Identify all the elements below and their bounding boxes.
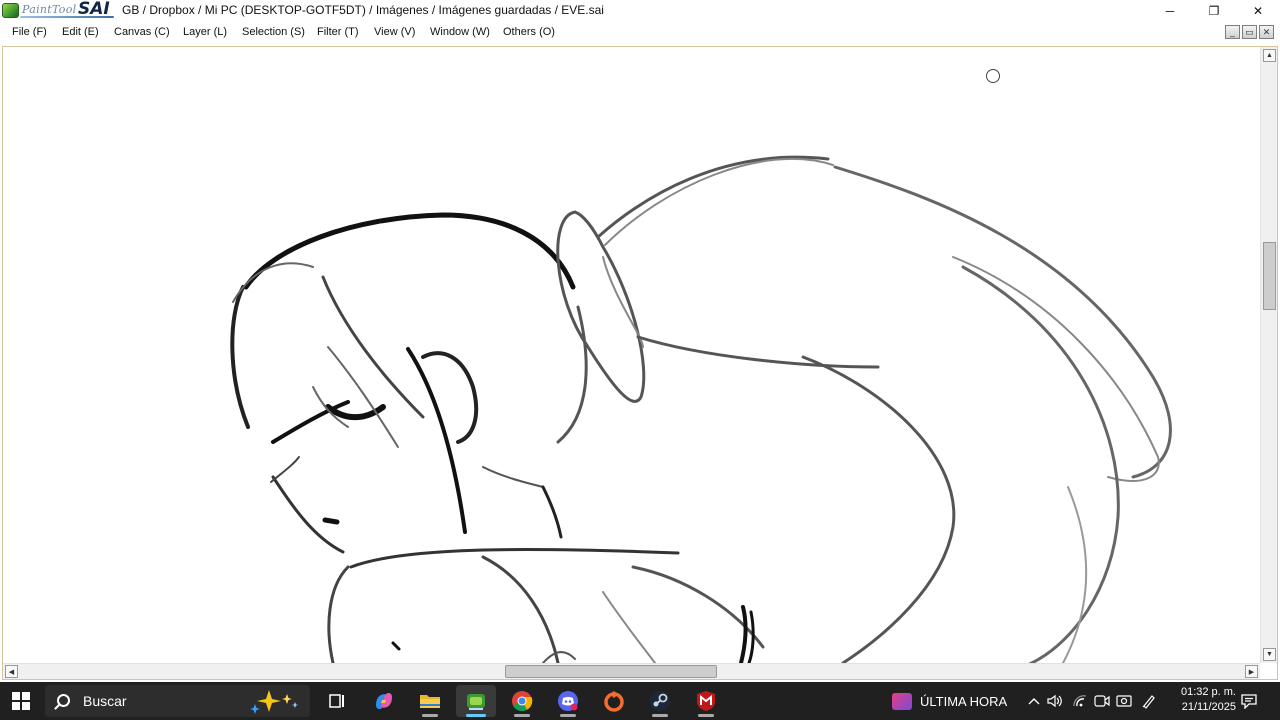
windows-start-icon[interactable] [12,692,30,710]
steam-button[interactable] [640,685,680,717]
search-icon [57,694,70,707]
document-minimize-button[interactable]: _ [1225,25,1240,39]
search-placeholder: Buscar [83,693,127,709]
running-indicator [560,714,576,717]
copilot-icon [376,692,392,710]
task-view-button[interactable] [317,685,357,717]
painttool-sai-taskbar-button[interactable] [456,685,496,717]
menu-others[interactable]: Others (O) [503,26,555,38]
active-indicator [466,714,486,717]
menu-edit[interactable]: Edit (E) [62,26,99,38]
document-restore-button[interactable]: ▭ [1242,25,1257,39]
sketch-artwork [230,155,1172,663]
network-icon[interactable] [1071,692,1089,710]
scroll-left-button[interactable]: ◀ [5,665,18,678]
close-button[interactable]: ✕ [1236,0,1280,21]
clock-time: 01:32 p. m. [1180,686,1236,698]
scroll-up-button[interactable]: ▲ [1263,49,1276,62]
chrome-button[interactable] [502,685,542,717]
brush-cursor [986,69,1000,83]
taskbar-search-box[interactable]: Buscar [45,685,310,717]
chrome-icon [512,691,533,712]
painttool-sai-window: PaintTool SAI GB / Dropbox / Mi PC (DESK… [0,0,1280,682]
app-logo: PaintTool SAI [2,0,114,20]
drawing-canvas[interactable] [3,47,1259,663]
sai-logo-icon [2,3,19,18]
news-icon [892,693,912,710]
taskbar: Buscar ÚLTIMA HORA 01:32 p. m. 21/11/202… [0,682,1280,720]
running-indicator [422,714,438,717]
origin-button[interactable] [594,685,634,717]
origin-icon [604,691,624,712]
discord-icon [558,691,578,711]
pen-tablet-icon[interactable] [1140,692,1158,710]
scroll-down-button[interactable]: ▼ [1263,648,1276,661]
minimize-button[interactable]: ─ [1148,0,1192,21]
notifications-icon[interactable] [1240,692,1258,710]
discord-button[interactable] [548,685,588,717]
vertical-scrollbar[interactable]: ▲ ▼ [1260,47,1277,663]
tray-overflow-chevron-icon[interactable] [1025,692,1043,710]
menu-file[interactable]: File (F) [12,26,47,38]
screen-capture-icon[interactable] [1115,692,1133,710]
menu-filter[interactable]: Filter (T) [317,26,359,38]
menu-canvas[interactable]: Canvas (C) [114,26,170,38]
title-bar[interactable]: PaintTool SAI GB / Dropbox / Mi PC (DESK… [0,0,1280,21]
file-explorer-button[interactable] [410,685,450,717]
running-indicator [698,714,714,717]
painttool-sai-icon [467,694,485,710]
menu-selection[interactable]: Selection (S) [242,26,305,38]
file-explorer-icon [420,695,440,708]
logo-painttool-text: PaintTool [22,3,77,16]
meet-now-icon[interactable] [1093,692,1111,710]
mcafee-button[interactable] [686,685,726,717]
menu-layer[interactable]: Layer (L) [183,26,227,38]
steam-icon [650,691,670,711]
window-title: GB / Dropbox / Mi PC (DESKTOP-GOTF5DT) /… [122,3,604,17]
menu-window[interactable]: Window (W) [430,26,490,38]
news-headline: ÚLTIMA HORA [920,694,1008,709]
document-close-button[interactable]: ✕ [1259,25,1274,39]
horizontal-scrollbar[interactable]: ◀ ▶ [3,663,1260,679]
running-indicator [652,714,668,717]
horizontal-scroll-thumb[interactable] [505,665,717,678]
logo-swoosh [20,16,114,18]
menu-view[interactable]: View (V) [374,26,415,38]
news-widget[interactable]: ÚLTIMA HORA [886,685,1016,717]
clock-date: 21/11/2025 [1181,701,1236,713]
vertical-scroll-thumb[interactable] [1263,242,1276,310]
copilot-button[interactable] [364,685,404,717]
menu-bar: File (F) Edit (E) Canvas (C) Layer (L) S… [0,21,1280,45]
taskbar-clock[interactable]: 01:32 p. m. 21/11/2025 [1160,685,1236,717]
mcafee-icon [697,691,715,711]
task-view-icon [329,694,344,708]
volume-icon[interactable] [1046,692,1064,710]
running-indicator [514,714,530,717]
scroll-right-button[interactable]: ▶ [1245,665,1258,678]
restore-button[interactable]: ❐ [1192,0,1236,21]
search-highlight-sparkle-icon [250,690,299,714]
